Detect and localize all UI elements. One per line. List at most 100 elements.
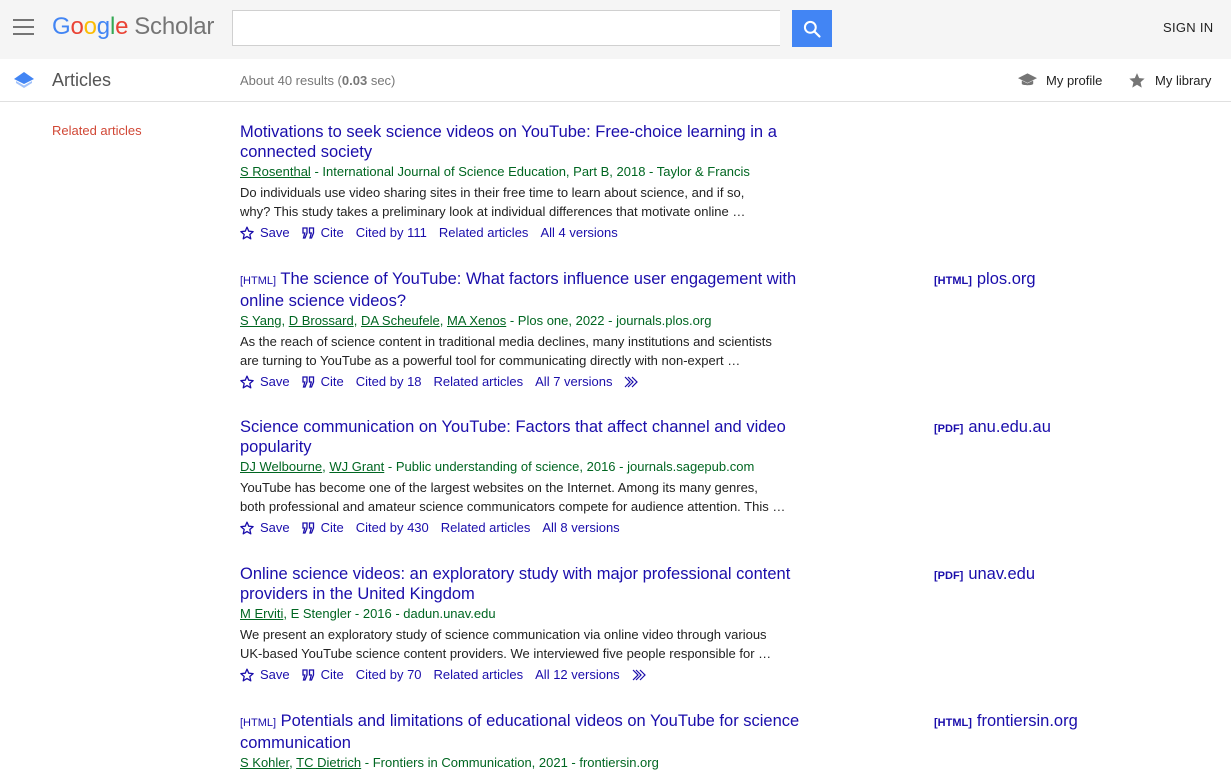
result-snippet: As the reach of science content in tradi… (240, 332, 840, 370)
author-link[interactable]: WJ Grant (329, 459, 384, 474)
result-title-line[interactable]: Motivations to seek science videos on Yo… (240, 123, 777, 141)
author-link[interactable]: TC Dietrich (296, 755, 361, 770)
cited-by-link[interactable]: Cited by 111 (356, 224, 427, 242)
author-name: , E Stengler (283, 606, 352, 621)
my-profile-link[interactable]: My profile (1018, 72, 1102, 88)
top-bar: Google Scholar SIGN IN (0, 0, 1231, 59)
all-versions-link[interactable]: All 12 versions (535, 666, 620, 684)
results-count: About 40 results (0.03 sec) (240, 73, 396, 88)
save-label: Save (260, 225, 290, 240)
result-title-line[interactable]: Potentials and limitations of educationa… (281, 712, 800, 730)
result-title-line[interactable]: communication (240, 734, 351, 752)
search-button[interactable] (792, 10, 832, 47)
result-title-line[interactable]: connected society (240, 143, 372, 161)
more-actions-button[interactable] (624, 376, 640, 388)
result-title-line[interactable]: The science of YouTube: What factors inf… (280, 270, 796, 288)
result-title-line[interactable]: Online science videos: an exploratory st… (240, 565, 790, 583)
search-result: Motivations to seek science videos on Yo… (240, 123, 840, 242)
result-venue: - Public understanding of science, 2016 … (384, 459, 755, 474)
google-scholar-logo[interactable]: Google Scholar (52, 13, 214, 41)
author-link[interactable]: S Rosenthal (240, 164, 311, 179)
save-button[interactable]: Save (240, 373, 290, 391)
sign-in-button[interactable]: SIGN IN (1163, 20, 1214, 35)
save-button[interactable]: Save (240, 224, 290, 242)
related-articles-link[interactable]: Related articles (439, 224, 529, 242)
fulltext-link[interactable]: [HTML] frontiersin.org (934, 712, 1078, 731)
result-actions: Save Cite Cited by 18 Related articles All 7… (240, 373, 840, 391)
author-link[interactable]: DA Scheufele (361, 313, 440, 328)
cite-label: Cite (320, 225, 344, 240)
graduation-cap-icon (1018, 73, 1037, 86)
result-actions: Save Cite Cited by 111 Related articles All … (240, 224, 840, 242)
articles-icon (14, 72, 34, 88)
related-articles-link[interactable]: Related articles (441, 519, 531, 537)
save-label: Save (260, 667, 290, 682)
related-articles-filter[interactable]: Related articles (52, 123, 142, 138)
cite-button[interactable]: Cite (301, 519, 344, 537)
result-title-link[interactable]: Online science videos: an exploratory st… (240, 565, 840, 604)
search-input[interactable] (232, 10, 780, 46)
result-title-line[interactable]: providers in the United Kingdom (240, 585, 475, 603)
result-title-link[interactable]: Science communication on YouTube: Factor… (240, 418, 840, 457)
star-icon (1129, 73, 1145, 88)
cite-quote-icon (301, 376, 314, 388)
snippet-line: why? This study takes a preliminary look… (240, 204, 746, 219)
result-title-link[interactable]: [HTML] Potentials and limitations of edu… (240, 712, 840, 753)
fulltext-domain: plos.org (976, 270, 1036, 288)
cited-by-link[interactable]: Cited by 18 (356, 373, 422, 391)
result-title-link[interactable]: [HTML] The science of YouTube: What fact… (240, 270, 840, 311)
cite-button[interactable]: Cite (301, 666, 344, 684)
author-link[interactable]: S Kohler (240, 755, 289, 770)
result-title-line[interactable]: popularity (240, 438, 312, 456)
result-meta: S Rosenthal - International Journal of S… (240, 163, 840, 181)
all-versions-link[interactable]: All 8 versions (542, 519, 619, 537)
fulltext-link[interactable]: [PDF] anu.edu.au (934, 418, 1051, 437)
all-versions-link[interactable]: All 7 versions (535, 373, 612, 391)
result-meta: S Yang, D Brossard, DA Scheufele, MA Xen… (240, 313, 712, 328)
menu-icon[interactable] (13, 19, 34, 35)
fulltext-format-tag: [HTML] (934, 275, 972, 287)
result-title-line[interactable]: online science videos? (240, 292, 406, 310)
cite-button[interactable]: Cite (301, 373, 344, 391)
cited-by-link[interactable]: Cited by 70 (356, 666, 422, 684)
author-link[interactable]: S Yang (240, 313, 281, 328)
author-link[interactable]: M Erviti (240, 606, 283, 621)
snippet-line: As the reach of science content in tradi… (240, 334, 772, 349)
html-format-tag: [HTML] (240, 717, 277, 729)
fulltext-link[interactable]: [PDF] unav.edu (934, 565, 1035, 584)
author-link[interactable]: D Brossard (289, 313, 354, 328)
fulltext-format-tag: [HTML] (934, 717, 972, 729)
related-articles-link[interactable]: Related articles (434, 666, 524, 684)
result-title-line[interactable]: Science communication on YouTube: Factor… (240, 418, 786, 436)
cite-label: Cite (320, 374, 344, 389)
fulltext-domain: frontiersin.org (976, 712, 1078, 730)
save-button[interactable]: Save (240, 666, 290, 684)
save-star-icon (240, 375, 254, 389)
search-result: Online science videos: an exploratory st… (240, 565, 840, 684)
all-versions-link[interactable]: All 4 versions (540, 224, 617, 242)
section-label[interactable]: Articles (52, 70, 111, 91)
search-result: [HTML] Potentials and limitations of edu… (240, 712, 840, 772)
author-link[interactable]: MA Xenos (447, 313, 506, 328)
save-label: Save (260, 374, 290, 389)
cite-label: Cite (320, 667, 344, 682)
snippet-line: We present an exploratory study of scien… (240, 627, 767, 642)
save-label: Save (260, 520, 290, 535)
snippet-line: both professional and amateur science co… (240, 499, 786, 514)
more-chevrons-icon (625, 376, 639, 388)
cite-quote-icon (301, 669, 314, 681)
more-chevrons-icon (632, 669, 646, 681)
save-button[interactable]: Save (240, 519, 290, 537)
save-star-icon (240, 668, 254, 682)
fulltext-format-tag: [PDF] (934, 570, 964, 582)
result-title-link[interactable]: Motivations to seek science videos on Yo… (240, 123, 840, 162)
result-snippet: Do individuals use video sharing sites i… (240, 183, 840, 221)
cited-by-link[interactable]: Cited by 430 (356, 519, 429, 537)
related-articles-link[interactable]: Related articles (434, 373, 524, 391)
fulltext-link[interactable]: [HTML] plos.org (934, 270, 1036, 289)
more-actions-button[interactable] (632, 669, 648, 681)
author-link[interactable]: DJ Welbourne (240, 459, 322, 474)
result-venue: - Frontiers in Communication, 2021 - fro… (361, 755, 659, 770)
cite-button[interactable]: Cite (301, 224, 344, 242)
my-library-link[interactable]: My library (1128, 72, 1211, 89)
